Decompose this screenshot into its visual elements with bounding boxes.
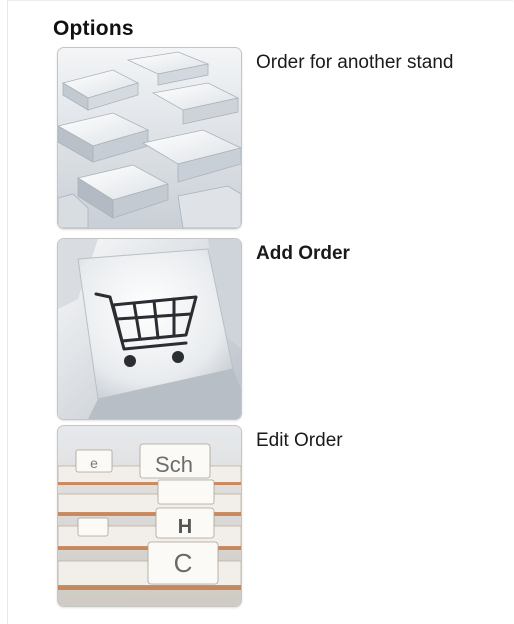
option-label[interactable]: Add Order — [256, 243, 350, 265]
tab-letter-c: C — [174, 548, 193, 578]
tab-letter-e: e — [90, 455, 98, 471]
shopping-cart-key-image[interactable] — [57, 238, 242, 420]
option-label[interactable]: Edit Order — [256, 430, 343, 452]
blocks-image[interactable] — [57, 47, 242, 229]
options-heading: Options — [53, 17, 134, 40]
file-index-cards-image[interactable]: Sch e H C — [57, 425, 242, 607]
option-edit-order[interactable]: Sch e H C Edit Order — [57, 425, 497, 607]
option-add-order[interactable]: Add Order — [57, 238, 497, 420]
tab-letter-h: H — [178, 516, 192, 538]
option-label[interactable]: Order for another stand — [256, 52, 454, 74]
tab-letter-sch: Sch — [155, 452, 193, 477]
option-order-for-another-stand[interactable]: Order for another stand — [57, 47, 497, 229]
